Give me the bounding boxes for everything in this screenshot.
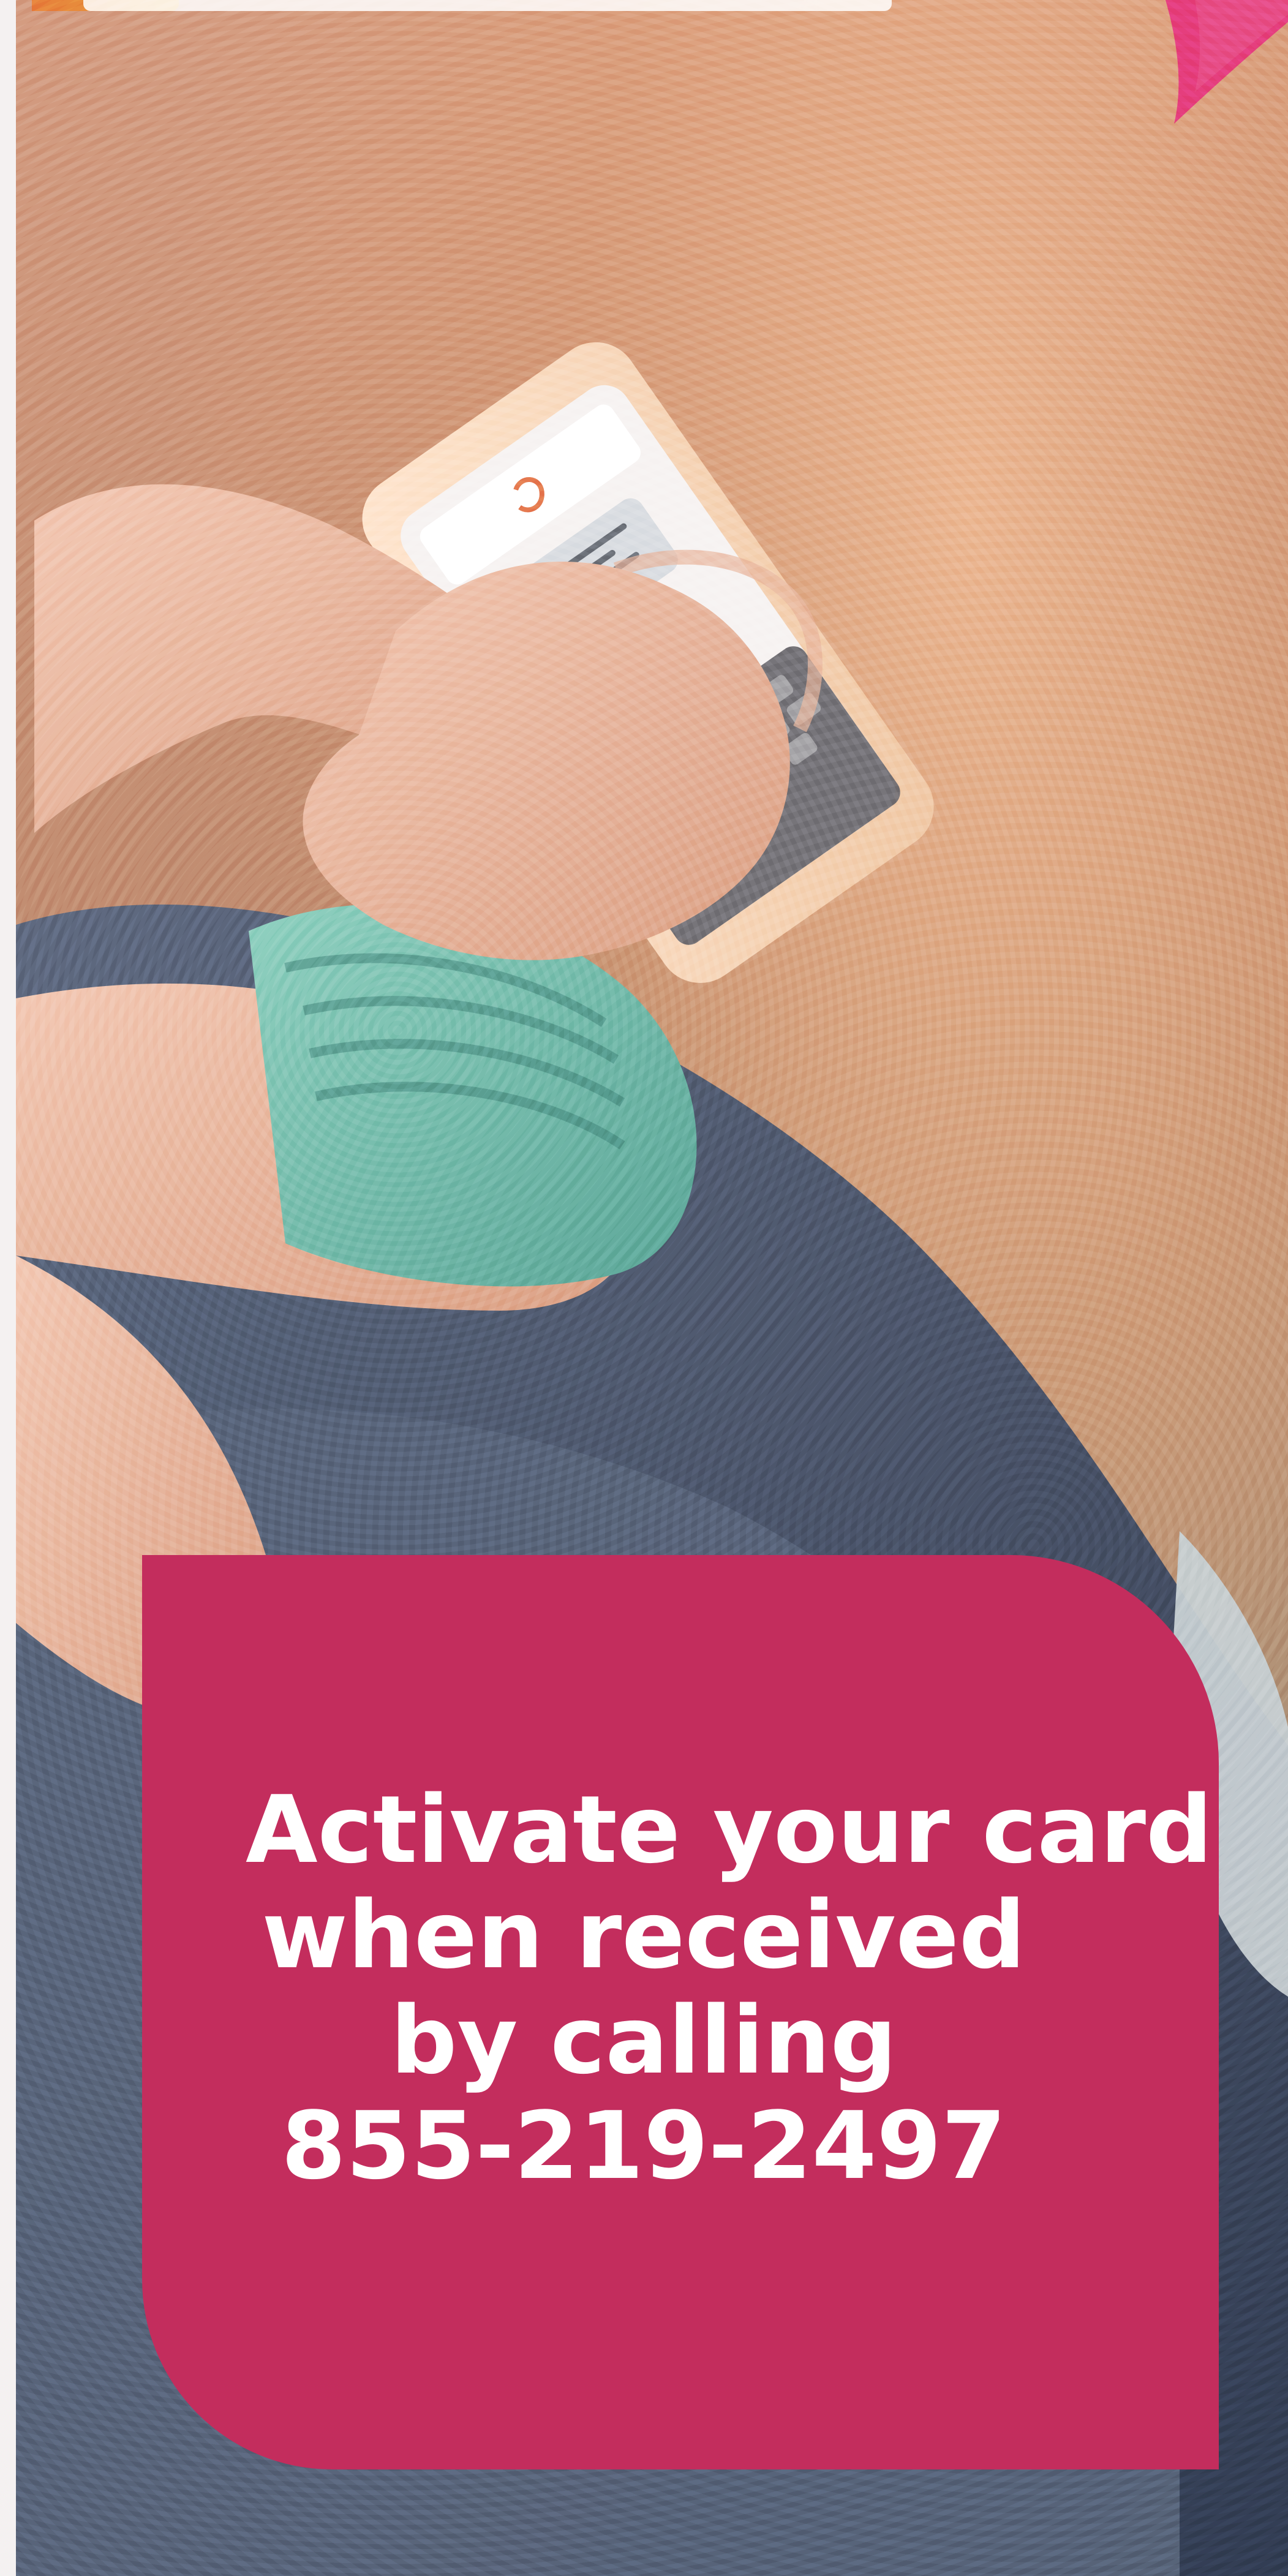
message-line-3: by calling bbox=[390, 1986, 897, 2095]
activation-message: Activate your card when received by call… bbox=[246, 1775, 1213, 2200]
activation-message-box: Activate your card when received by call… bbox=[142, 1555, 1219, 2469]
top-frame-strip bbox=[83, 0, 892, 11]
left-edge-strip bbox=[0, 0, 16, 2576]
pink-triangle-icon bbox=[1166, 0, 1288, 124]
phone-number: 855-219-2497 bbox=[281, 2091, 1006, 2200]
poster-page: Activate your card when received by call… bbox=[0, 0, 1288, 2576]
message-line-2: when received bbox=[262, 1880, 1026, 1989]
message-line-1: Activate your card bbox=[246, 1775, 1213, 1884]
